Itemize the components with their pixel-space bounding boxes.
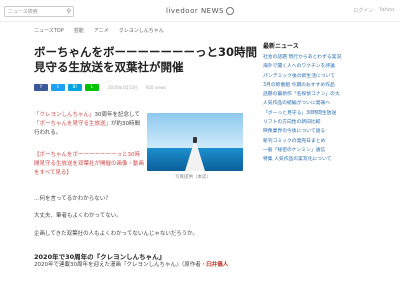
photo-person xyxy=(193,137,197,143)
sidebar-news-item[interactable]: パンデミック後の新生活について xyxy=(263,72,383,81)
article-photo[interactable] xyxy=(147,113,243,171)
sidebar-latest-news: 最新ニュース 社会の話題 現行からあとわずる実況 海外で聞く人へのワクチンを評論… xyxy=(263,41,383,165)
article-paragraph: 企画してきた双葉社の人もよくわかってないんじゃないだろうか。 xyxy=(34,231,198,237)
search-placeholder: ニュース検索 xyxy=(8,9,38,15)
search-input[interactable]: ニュース検索 ⚲ xyxy=(4,6,74,17)
article-views: 920 views xyxy=(145,85,167,90)
lead-quoted-2[interactable]: 「ボーちゃんを見守る生放送」 xyxy=(34,121,111,127)
header-link-login[interactable]: ログイン xyxy=(353,7,373,14)
site-logo[interactable]: livedoor NEWS xyxy=(165,4,235,18)
article-paragraph: …何を言ってるかわからない？ xyxy=(34,196,111,202)
header-link-yahoo[interactable]: Yahoo xyxy=(379,7,394,14)
breadcrumb-item[interactable]: アニメ xyxy=(94,27,109,34)
sidebar-news-item[interactable]: 映像業界の今後について語る xyxy=(263,127,383,136)
article-date: 2020年3月13日 xyxy=(108,85,138,90)
sidebar-list: 社会の話題 現行からあとわずる実況 海外で聞く人へのワクチンを評論 パンデミック… xyxy=(263,53,383,165)
article-title: ボーちゃんをボーーーーーーーっと30時間見守る生放送を双葉社が開催 xyxy=(34,45,258,74)
section-heading: 2020年で30周年の『クレヨンしんちゃん』 xyxy=(34,253,166,261)
all-images-link[interactable]: 【ボーちゃんをボーーーーーーーっと30時間見守る生放送を双葉社が開催の画像・動画… xyxy=(34,151,144,178)
header-links: ログイン Yahoo xyxy=(353,7,394,14)
logo-mascot-icon xyxy=(225,7,234,15)
paragraph-text: 2020年で連載30周年を迎えた漫画『クレヨンしんちゃん』（原作者・ xyxy=(34,262,207,268)
sidebar-news-item[interactable]: 新刊コミックの発売日まとめ xyxy=(263,137,383,146)
sidebar-news-item[interactable]: 話題の最新作「名探偵コナン」の大 xyxy=(263,90,383,99)
sidebar-news-item[interactable]: 3月の新番組 今期のおすすめ作品 xyxy=(263,81,383,90)
sidebar-news-item[interactable]: 人気作品の続編がついに発表へ xyxy=(263,99,383,108)
site-header: ニュース検索 ⚲ livedoor NEWS ログイン Yahoo xyxy=(0,0,400,22)
site-logo-text: livedoor NEWS xyxy=(166,7,224,15)
sidebar-news-item[interactable]: 一般「秘密のケンミン」通信 xyxy=(263,146,383,155)
article-paragraph: 大丈夫、筆者もよくわかってない。 xyxy=(34,213,122,219)
line-share-button[interactable]: L xyxy=(85,84,99,91)
breadcrumb-item[interactable]: クレヨンしんちゃん xyxy=(119,27,164,34)
sidebar-news-item[interactable]: 特集 人気作品の実写化について xyxy=(263,155,383,164)
breadcrumb: ニュースTOP 芸能 アニメ クレヨンしんちゃん xyxy=(34,27,164,34)
article-meta: 2020年3月13日 920 views xyxy=(108,85,166,91)
share-buttons: f t B! L xyxy=(34,84,99,91)
lead-text-1: 30周年を記念して xyxy=(94,112,140,118)
sidebar-news-item[interactable]: 「ボーっと見守る」30時間生放送 xyxy=(263,109,383,118)
facebook-share-button[interactable]: f xyxy=(34,84,48,91)
sidebar-news-item[interactable]: リフトの方向性の新旧比較 xyxy=(263,118,383,127)
article-paragraph: 2020年で連載30周年を迎えた漫画『クレヨンしんちゃん』（原作者・臼井儀人 xyxy=(34,261,244,270)
search-icon[interactable]: ⚲ xyxy=(67,8,71,15)
hatena-share-button[interactable]: B! xyxy=(68,84,82,91)
sidebar-news-item[interactable]: 海外で聞く人へのワクチンを評論 xyxy=(263,62,383,71)
lead-quoted-1[interactable]: 「クレヨンしんちゃん」 xyxy=(34,112,95,118)
breadcrumb-item[interactable]: ニュースTOP xyxy=(34,27,64,34)
sidebar-news-item[interactable]: 社会の話題 現行からあとわずる実況 xyxy=(263,53,383,62)
photo-pier xyxy=(185,139,205,171)
photo-caption: 写真提供（本誌） xyxy=(175,175,211,180)
twitter-share-button[interactable]: t xyxy=(51,84,65,91)
article-lead: 「クレヨンしんちゃん」30周年を記念して「ボーちゃんを見守る生放送」が約30時間… xyxy=(34,111,144,138)
sidebar-title: 最新ニュース xyxy=(263,43,299,50)
breadcrumb-item[interactable]: 芸能 xyxy=(74,27,84,34)
author-name[interactable]: 臼井儀人 xyxy=(206,262,228,268)
